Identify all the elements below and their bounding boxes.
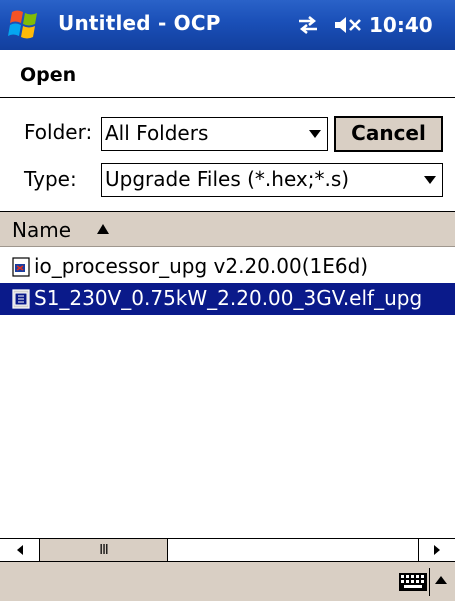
window-title: Untitled - OCP [58,11,221,35]
folder-value: All Folders [105,121,209,145]
scrollbar-thumb[interactable]: III [40,539,168,561]
clock[interactable]: 10:40 [369,13,433,37]
keyboard-icon[interactable] [398,572,428,592]
list-column-header[interactable]: Name [0,211,455,247]
column-name[interactable]: Name [12,218,71,242]
arrow-left-icon [16,545,23,555]
file-name: S1_230V_0.75kW_2.20.00_3GV.elf_upg [34,286,423,310]
type-label: Type: [24,167,77,191]
chevron-down-icon [418,164,442,196]
s-file-icon [12,289,30,309]
file-list[interactable]: io_processor_upg v2.20.00(1E6d) S1_230V_… [0,248,455,538]
list-item[interactable]: io_processor_upg v2.20.00(1E6d) [0,251,455,283]
cancel-button[interactable]: Cancel [334,116,443,152]
scroll-left-button[interactable] [0,539,40,561]
windows-start-icon[interactable] [6,8,44,42]
connectivity-icon[interactable] [295,13,321,37]
volume-muted-icon[interactable] [333,13,363,37]
dialog-title: Open [20,64,77,86]
scrollbar-track[interactable] [168,539,418,561]
type-value: Upgrade Files (*.hex;*.s) [105,167,350,191]
status-icons: 10:40 [295,11,433,39]
title-bar: Untitled - OCP 10:40 [0,0,455,50]
scroll-right-button[interactable] [418,539,455,561]
chevron-down-icon [303,118,327,150]
menu-bar [0,562,455,601]
type-dropdown[interactable]: Upgrade Files (*.hex;*.s) [101,163,443,197]
folder-dropdown[interactable]: All Folders [101,117,328,151]
hex-file-icon [12,257,30,277]
title-divider [0,97,455,98]
folder-label: Folder: [24,120,93,144]
thumb-grip: III [99,542,108,558]
arrow-right-icon [434,545,440,555]
horizontal-scrollbar[interactable]: III [0,538,455,562]
sort-ascending-icon [97,224,109,234]
chevron-up-icon[interactable] [434,574,448,586]
file-name: io_processor_upg v2.20.00(1E6d) [34,254,369,278]
menu-divider [429,568,430,596]
list-item-selected[interactable]: S1_230V_0.75kW_2.20.00_3GV.elf_upg [0,283,455,315]
